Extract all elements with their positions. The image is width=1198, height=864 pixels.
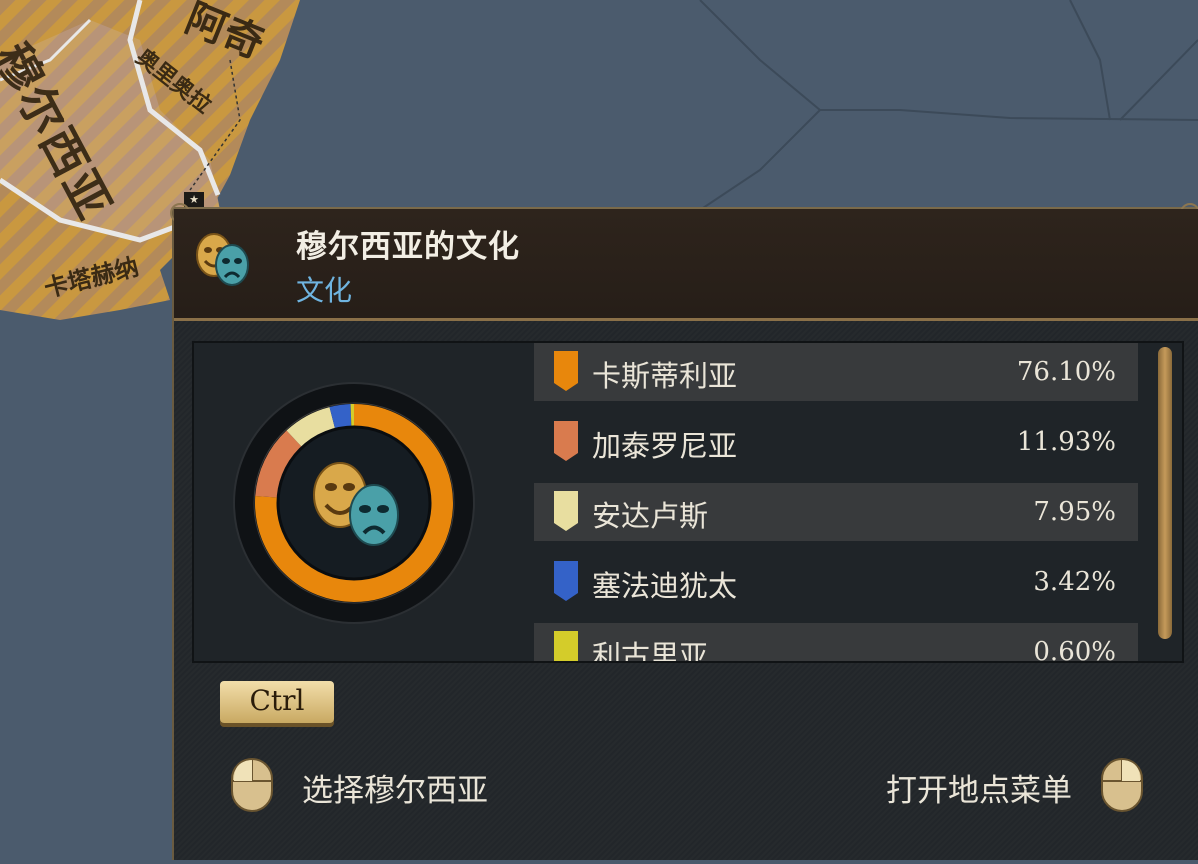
culture-percent: 0.60% [1033, 637, 1116, 661]
select-location-hint: 选择穆尔西亚 [302, 773, 488, 809]
culture-flag-icon [554, 351, 578, 391]
culture-list[interactable]: 卡斯蒂利亚 76.10% 加泰罗尼亚 11.93% 安达卢斯 7.95% 塞法迪… [534, 343, 1138, 661]
list-item[interactable]: 安达卢斯 7.95% [534, 483, 1138, 541]
list-item[interactable]: 卡斯蒂利亚 76.10% [534, 343, 1138, 401]
culture-percent: 3.42% [1033, 567, 1116, 597]
culture-flag-icon [554, 561, 578, 601]
ctrl-key-hint: Ctrl [220, 681, 334, 723]
list-item[interactable]: 塞法迪犹太 3.42% [534, 553, 1138, 611]
mouse-right-click-icon [1101, 758, 1143, 812]
culture-percent: 7.95% [1033, 497, 1116, 527]
culture-name: 安达卢斯 [592, 499, 709, 533]
culture-flag-icon [554, 421, 578, 461]
list-item[interactable]: 加泰罗尼亚 11.93% [534, 413, 1138, 471]
culture-tooltip-panel: 穆尔西亚的文化 文化 卡斯蒂利亚 76.10% 加泰罗尼亚 11.93% 安达卢… [170, 203, 1198, 860]
culture-name: 塞法迪犹太 [592, 569, 738, 603]
panel-header: 穆尔西亚的文化 文化 [174, 209, 1198, 321]
list-scrollbar[interactable] [1158, 347, 1172, 639]
theater-masks-icon [190, 227, 254, 291]
panel-title: 穆尔西亚的文化 [296, 229, 520, 265]
culture-name: 卡斯蒂利亚 [592, 359, 738, 393]
culture-percent: 11.93% [1016, 427, 1116, 457]
culture-flag-icon [554, 491, 578, 531]
culture-donut-chart [232, 381, 476, 625]
culture-name: 加泰罗尼亚 [592, 429, 738, 463]
list-item[interactable]: 利古里亚 0.60% [534, 623, 1138, 661]
culture-percent: 76.10% [1016, 357, 1116, 387]
culture-chart-box: 卡斯蒂利亚 76.10% 加泰罗尼亚 11.93% 安达卢斯 7.95% 塞法迪… [192, 341, 1184, 663]
mouse-left-click-icon [231, 758, 273, 812]
open-location-menu-hint: 打开地点菜单 [886, 773, 1072, 809]
panel-subtitle: 文化 [296, 274, 353, 307]
culture-name: 利古里亚 [592, 639, 709, 661]
culture-flag-icon [554, 631, 578, 661]
